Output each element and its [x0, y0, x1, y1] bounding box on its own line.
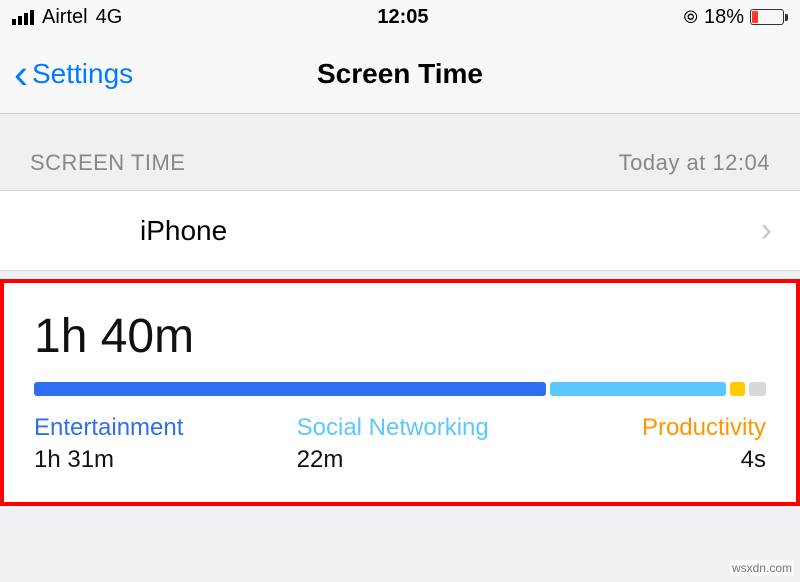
- category-value: 1h 31m: [34, 446, 183, 474]
- battery-percent-label: 18%: [704, 6, 744, 29]
- network-label: 4G: [96, 6, 123, 29]
- category-value: 22m: [297, 446, 489, 474]
- carrier-label: Airtel: [42, 6, 88, 29]
- section-timestamp: Today at 12:04: [619, 150, 770, 176]
- status-left: Airtel 4G: [12, 6, 122, 29]
- device-row[interactable]: iPhone ›: [0, 190, 800, 271]
- battery-icon: [750, 9, 788, 25]
- chevron-right-icon: ›: [761, 211, 772, 250]
- clock-label: 12:05: [377, 6, 428, 29]
- rotation-lock-icon: ⦾: [684, 7, 698, 28]
- section-title: SCREEN TIME: [30, 150, 185, 176]
- signal-icon: [12, 10, 34, 25]
- nav-bar: ‹ Settings Screen Time: [0, 34, 800, 114]
- screen-time-summary[interactable]: 1h 40m Entertainment 1h 31m Social Netwo…: [0, 279, 800, 506]
- back-button[interactable]: ‹ Settings: [0, 53, 133, 95]
- device-name: iPhone: [140, 215, 227, 247]
- total-time: 1h 40m: [34, 309, 766, 364]
- category-label: Entertainment: [34, 414, 183, 442]
- bar-segment-empty: [749, 382, 766, 396]
- category-social: Social Networking 22m: [297, 414, 489, 474]
- category-value: 4s: [642, 446, 766, 474]
- back-label: Settings: [32, 58, 133, 90]
- bar-segment-entertainment: [34, 382, 546, 396]
- status-bar: Airtel 4G 12:05 ⦾ 18%: [0, 0, 800, 34]
- page-title: Screen Time: [317, 58, 483, 90]
- category-label: Social Networking: [297, 414, 489, 442]
- bar-segment-productivity: [730, 382, 745, 396]
- usage-bar: [34, 382, 766, 396]
- chevron-left-icon: ‹: [14, 53, 28, 95]
- category-breakdown: Entertainment 1h 31m Social Networking 2…: [34, 414, 766, 474]
- category-entertainment: Entertainment 1h 31m: [34, 414, 183, 474]
- status-right: ⦾ 18%: [684, 6, 788, 29]
- section-header: SCREEN TIME Today at 12:04: [0, 114, 800, 190]
- category-productivity: Productivity 4s: [642, 414, 766, 474]
- bar-segment-social: [550, 382, 726, 396]
- category-label: Productivity: [642, 414, 766, 442]
- watermark: wsxdn.com: [730, 560, 794, 576]
